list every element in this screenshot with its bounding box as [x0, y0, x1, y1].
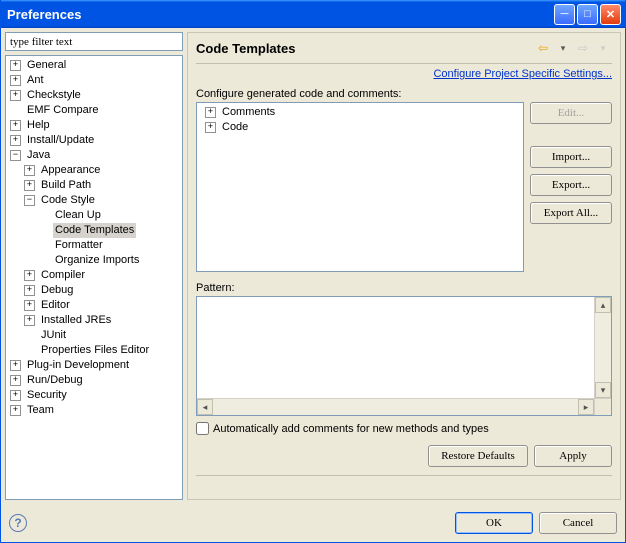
tree-item-compiler[interactable]: +Compiler: [24, 268, 182, 283]
edit-button[interactable]: Edit...: [530, 102, 612, 124]
plus-icon[interactable]: +: [24, 300, 35, 311]
plus-icon[interactable]: +: [24, 270, 35, 281]
tree-item-properties-files-editor[interactable]: Properties Files Editor: [24, 343, 182, 358]
tree-item-appearance[interactable]: +Appearance: [24, 163, 182, 178]
tree-item-junit[interactable]: JUnit: [24, 328, 182, 343]
tree-item-organize-imports[interactable]: Organize Imports: [38, 253, 182, 268]
dropdown-icon[interactable]: ▾: [594, 39, 612, 57]
auto-comments-label: Automatically add comments for new metho…: [213, 423, 489, 435]
cancel-button[interactable]: Cancel: [539, 512, 617, 534]
tree-item-java[interactable]: −Java: [10, 148, 182, 163]
plus-icon[interactable]: +: [24, 165, 35, 176]
plus-icon[interactable]: +: [24, 285, 35, 296]
tree-item-checkstyle[interactable]: +Checkstyle: [10, 88, 182, 103]
forward-icon[interactable]: ⇨: [574, 39, 592, 57]
help-icon[interactable]: ?: [9, 514, 27, 532]
back-icon[interactable]: ⇦: [534, 39, 552, 57]
tree-item-install-update[interactable]: +Install/Update: [10, 133, 182, 148]
templates-item-comments[interactable]: +Comments: [205, 105, 519, 120]
plus-icon[interactable]: +: [205, 122, 216, 133]
page-title: Code Templates: [196, 41, 534, 56]
scrollbar-vertical[interactable]: ▴ ▾: [594, 297, 611, 398]
pattern-textarea[interactable]: ▴ ▾ ◂ ▸: [196, 296, 612, 416]
plus-icon[interactable]: +: [10, 390, 21, 401]
configure-label: Configure generated code and comments:: [196, 88, 612, 102]
ok-button[interactable]: OK: [455, 512, 533, 534]
tree-item-general[interactable]: +General: [10, 58, 182, 73]
tree-item-security[interactable]: +Security: [10, 388, 182, 403]
dropdown-icon[interactable]: ▾: [554, 39, 572, 57]
restore-defaults-button[interactable]: Restore Defaults: [428, 445, 528, 467]
templates-tree[interactable]: +Comments +Code: [196, 102, 524, 272]
titlebar: Preferences ─ □ ✕: [1, 0, 625, 28]
tree-item-clean-up[interactable]: Clean Up: [38, 208, 182, 223]
tree-item-ant[interactable]: +Ant: [10, 73, 182, 88]
apply-button[interactable]: Apply: [534, 445, 612, 467]
tree-item-installed-jres[interactable]: +Installed JREs: [24, 313, 182, 328]
window-title: Preferences: [7, 7, 552, 22]
tree-item-build-path[interactable]: +Build Path: [24, 178, 182, 193]
scroll-left-icon[interactable]: ◂: [197, 399, 213, 415]
plus-icon[interactable]: +: [10, 135, 21, 146]
plus-icon[interactable]: +: [205, 107, 216, 118]
plus-icon[interactable]: +: [10, 75, 21, 86]
plus-icon[interactable]: +: [24, 315, 35, 326]
minus-icon[interactable]: −: [10, 150, 21, 161]
tree-item-debug[interactable]: +Debug: [24, 283, 182, 298]
plus-icon[interactable]: +: [10, 360, 21, 371]
export-button[interactable]: Export...: [530, 174, 612, 196]
scroll-right-icon[interactable]: ▸: [578, 399, 594, 415]
filter-input[interactable]: [5, 32, 183, 51]
tree-item-formatter[interactable]: Formatter: [38, 238, 182, 253]
plus-icon[interactable]: +: [10, 60, 21, 71]
minimize-button[interactable]: ─: [554, 4, 575, 25]
tree-item-team[interactable]: +Team: [10, 403, 182, 418]
scrollbar-horizontal[interactable]: ◂ ▸: [197, 398, 611, 415]
plus-icon[interactable]: +: [24, 180, 35, 191]
minus-icon[interactable]: −: [24, 195, 35, 206]
plus-icon[interactable]: +: [10, 375, 21, 386]
tree-item-run-debug[interactable]: +Run/Debug: [10, 373, 182, 388]
plus-icon[interactable]: +: [10, 120, 21, 131]
close-button[interactable]: ✕: [600, 4, 621, 25]
pattern-label: Pattern:: [196, 282, 612, 296]
preferences-tree[interactable]: +General +Ant +Checkstyle EMF Compare +H…: [5, 55, 183, 500]
scroll-up-icon[interactable]: ▴: [595, 297, 611, 313]
tree-item-emf-compare[interactable]: EMF Compare: [10, 103, 182, 118]
tree-item-code-templates[interactable]: Code Templates: [38, 223, 182, 238]
export-all-button[interactable]: Export All...: [530, 202, 612, 224]
scroll-down-icon[interactable]: ▾: [595, 382, 611, 398]
tree-item-help[interactable]: +Help: [10, 118, 182, 133]
configure-project-link[interactable]: Configure Project Specific Settings...: [433, 68, 612, 80]
tree-item-plugin-development[interactable]: +Plug-in Development: [10, 358, 182, 373]
plus-icon[interactable]: +: [10, 90, 21, 101]
templates-item-code[interactable]: +Code: [205, 120, 519, 135]
tree-item-editor[interactable]: +Editor: [24, 298, 182, 313]
plus-icon[interactable]: +: [10, 405, 21, 416]
maximize-button[interactable]: □: [577, 4, 598, 25]
auto-comments-checkbox[interactable]: [196, 422, 209, 435]
tree-item-code-style[interactable]: −Code Style: [24, 193, 182, 208]
import-button[interactable]: Import...: [530, 146, 612, 168]
